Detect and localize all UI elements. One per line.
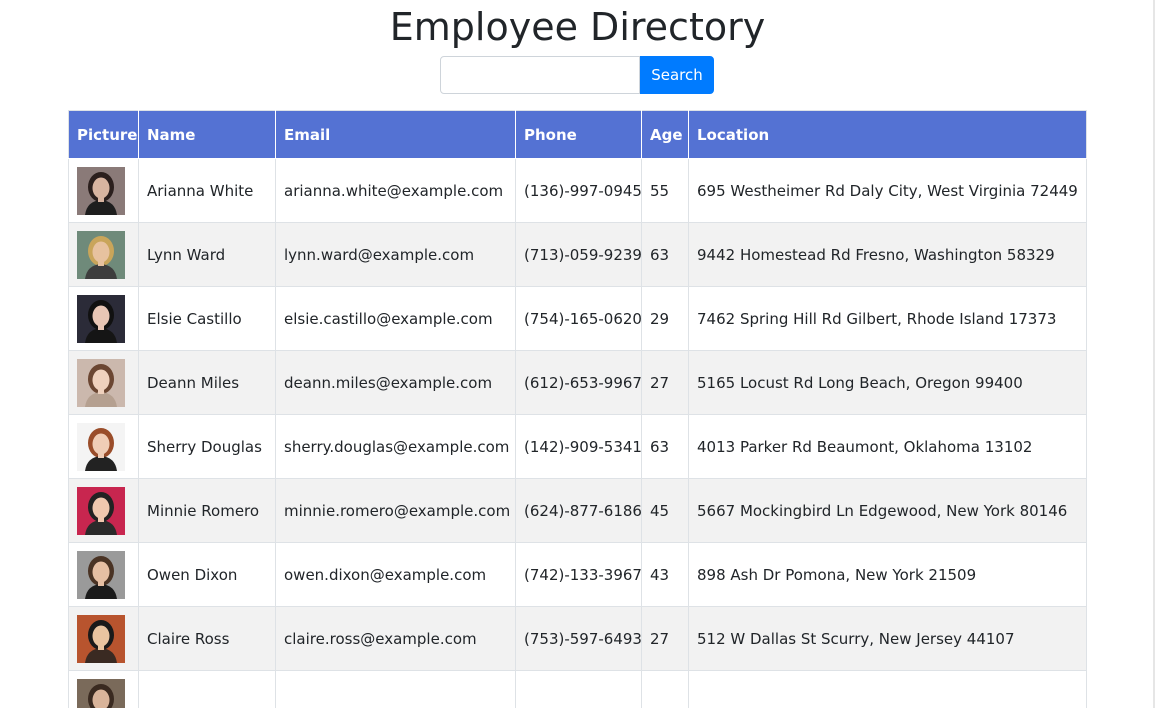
- cell-phone: (713)-059-9239: [515, 222, 642, 287]
- cell-age: 27: [641, 606, 689, 671]
- cell-phone: (754)-165-0620: [515, 286, 642, 351]
- employee-table: Picture Name Email Phone Age Location Ar…: [68, 110, 1087, 708]
- avatar: [77, 614, 125, 663]
- table-row: Sherry Douglas sherry.douglas@example.com…: [68, 414, 1087, 479]
- cell-phone: [515, 670, 642, 708]
- cell-email: [275, 670, 516, 708]
- table-row: [68, 670, 1087, 708]
- cell-phone: (624)-877-6186: [515, 478, 642, 543]
- cell-age: 29: [641, 286, 689, 351]
- page-title: Employee Directory: [389, 5, 766, 49]
- cell-picture: [68, 350, 139, 415]
- cell-name: Sherry Douglas: [138, 414, 276, 479]
- table-body: Arianna White arianna.white@example.com (1…: [68, 158, 1087, 708]
- avatar: [77, 166, 125, 215]
- table-row: Minnie Romero minnie.romero@example.com (6…: [68, 478, 1087, 543]
- cell-email: owen.dixon@example.com: [275, 542, 516, 607]
- cell-phone: (136)-997-0945: [515, 158, 642, 223]
- cell-email: minnie.romero@example.com: [275, 478, 516, 543]
- column-header-email[interactable]: Email: [275, 110, 516, 159]
- cell-location: 4013 Parker Rd Beaumont, Oklahoma 13102: [688, 414, 1087, 479]
- cell-location: 5165 Locust Rd Long Beach, Oregon 99400: [688, 350, 1087, 415]
- avatar: [77, 294, 125, 343]
- cell-picture: [68, 478, 139, 543]
- cell-age: 63: [641, 222, 689, 287]
- cell-picture: [68, 222, 139, 287]
- cell-phone: (612)-653-9967: [515, 350, 642, 415]
- cell-age: 55: [641, 158, 689, 223]
- cell-picture: [68, 286, 139, 351]
- cell-email: sherry.douglas@example.com: [275, 414, 516, 479]
- avatar: [77, 358, 125, 407]
- cell-email: elsie.castillo@example.com: [275, 286, 516, 351]
- cell-email: lynn.ward@example.com: [275, 222, 516, 287]
- cell-age: 45: [641, 478, 689, 543]
- cell-picture: [68, 542, 139, 607]
- table-row: Arianna White arianna.white@example.com (1…: [68, 158, 1087, 223]
- cell-name: [138, 670, 276, 708]
- cell-phone: (742)-133-3967: [515, 542, 642, 607]
- column-header-name[interactable]: Name: [138, 110, 276, 159]
- cell-location: 512 W Dallas St Scurry, New Jersey 44107: [688, 606, 1087, 671]
- cell-age: 63: [641, 414, 689, 479]
- cell-name: Arianna White: [138, 158, 276, 223]
- cell-name: Lynn Ward: [138, 222, 276, 287]
- search-button[interactable]: Search: [640, 56, 714, 94]
- employee-table-container: Picture Name Email Phone Age Location Ar…: [68, 110, 1087, 708]
- cell-picture: [68, 670, 139, 708]
- cell-email: arianna.white@example.com: [275, 158, 516, 223]
- cell-email: deann.miles@example.com: [275, 350, 516, 415]
- avatar: [77, 550, 125, 599]
- cell-age: [641, 670, 689, 708]
- cell-picture: [68, 606, 139, 671]
- cell-phone: (753)-597-6493: [515, 606, 642, 671]
- cell-name: Deann Miles: [138, 350, 276, 415]
- cell-age: 43: [641, 542, 689, 607]
- cell-age: 27: [641, 350, 689, 415]
- cell-name: Minnie Romero: [138, 478, 276, 543]
- avatar: [77, 230, 125, 279]
- column-header-age[interactable]: Age: [641, 110, 689, 159]
- avatar: [77, 486, 125, 535]
- cell-location: [688, 670, 1087, 708]
- cell-name: Claire Ross: [138, 606, 276, 671]
- avatar: [77, 422, 125, 471]
- cell-location: 898 Ash Dr Pomona, New York 21509: [688, 542, 1087, 607]
- cell-location: 9442 Homestead Rd Fresno, Washington 583…: [688, 222, 1087, 287]
- column-header-phone[interactable]: Phone: [515, 110, 642, 159]
- cell-location: 695 Westheimer Rd Daly City, West Virgin…: [688, 158, 1087, 223]
- cell-location: 7462 Spring Hill Rd Gilbert, Rhode Islan…: [688, 286, 1087, 351]
- search-input[interactable]: [440, 56, 640, 94]
- column-header-location[interactable]: Location: [688, 110, 1087, 159]
- table-row: Owen Dixon owen.dixon@example.com (742)-13…: [68, 542, 1087, 607]
- cell-name: Owen Dixon: [138, 542, 276, 607]
- column-header-picture[interactable]: Picture: [68, 110, 139, 159]
- table-row: Lynn Ward lynn.ward@example.com (713)-059-…: [68, 222, 1087, 287]
- table-header-row: Picture Name Email Phone Age Location: [68, 110, 1087, 159]
- cell-name: Elsie Castillo: [138, 286, 276, 351]
- cell-email: claire.ross@example.com: [275, 606, 516, 671]
- avatar: [77, 678, 125, 708]
- cell-picture: [68, 158, 139, 223]
- table-row: Claire Ross claire.ross@example.com (753)-…: [68, 606, 1087, 671]
- table-row: Deann Miles deann.miles@example.com (612)-…: [68, 350, 1087, 415]
- cell-phone: (142)-909-5341: [515, 414, 642, 479]
- cell-picture: [68, 414, 139, 479]
- search-bar: Search: [440, 56, 714, 94]
- cell-location: 5667 Mockingbird Ln Edgewood, New York 8…: [688, 478, 1087, 543]
- table-row: Elsie Castillo elsie.castillo@example.com…: [68, 286, 1087, 351]
